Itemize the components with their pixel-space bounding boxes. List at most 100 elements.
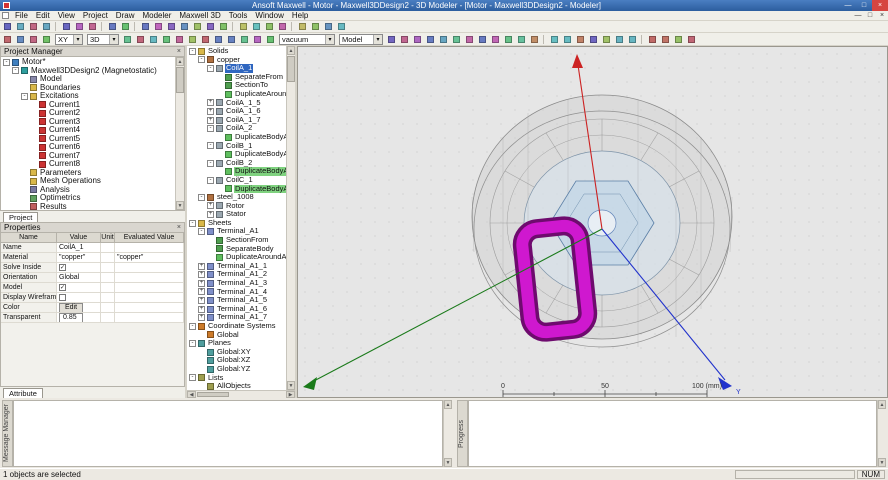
- field-overlays-icon[interactable]: [587, 33, 600, 45]
- new-icon[interactable]: [1, 21, 14, 33]
- menu-window[interactable]: Window: [251, 11, 287, 21]
- paste-icon[interactable]: [86, 21, 99, 33]
- select-object-icon[interactable]: [296, 21, 309, 33]
- collapse-icon[interactable]: -: [3, 58, 10, 66]
- scroll-up-icon[interactable]: ▲: [287, 46, 295, 55]
- zoom-in-icon[interactable]: [165, 21, 178, 33]
- collapse-icon[interactable]: -: [21, 92, 28, 100]
- tree-item-mesh-operations[interactable]: Mesh Operations: [1, 177, 175, 186]
- progress-label[interactable]: Progress: [457, 400, 468, 467]
- object-type-combo[interactable]: Model ▾: [339, 33, 383, 45]
- menu-edit[interactable]: Edit: [32, 11, 54, 21]
- collapse-icon[interactable]: -: [207, 64, 214, 72]
- subtract-icon[interactable]: [398, 33, 411, 45]
- modeler-viewport[interactable]: Y 0 50 100 (mm): [297, 46, 888, 398]
- draw-polyhedron-icon[interactable]: [264, 33, 277, 45]
- tree-item-current6[interactable]: Current6: [1, 143, 175, 152]
- tab-project[interactable]: Project: [3, 212, 39, 222]
- fit-selection-icon[interactable]: [217, 21, 230, 33]
- message-manager-label[interactable]: Message Manager: [2, 400, 13, 467]
- collapse-icon[interactable]: -: [207, 159, 214, 167]
- property-row-model[interactable]: Model ✓: [1, 283, 184, 293]
- collapse-icon[interactable]: -: [198, 228, 205, 236]
- redo-icon[interactable]: [119, 21, 132, 33]
- measure-icon[interactable]: [263, 21, 276, 33]
- tree-item-sectionto[interactable]: SectionTo: [187, 81, 286, 90]
- tree-item-terminal-a1[interactable]: - Terminal_A1: [187, 227, 286, 236]
- tree-item-coilc-1[interactable]: - CoilC_1: [187, 176, 286, 185]
- fit-all-icon[interactable]: [204, 21, 217, 33]
- tree-item-coilb-2[interactable]: - CoilB_2: [187, 159, 286, 168]
- progress-content[interactable]: [468, 400, 877, 467]
- menu-tools[interactable]: Tools: [225, 11, 252, 21]
- face-cs-icon[interactable]: [672, 33, 685, 45]
- tree-item-coila-1[interactable]: - CoilA_1: [187, 64, 286, 73]
- print-icon[interactable]: [40, 21, 53, 33]
- message-manager-content[interactable]: [13, 400, 443, 467]
- property-row-color[interactable]: Color Edit: [1, 303, 184, 313]
- draw-torus-icon[interactable]: [238, 33, 251, 45]
- expand-icon[interactable]: +: [198, 297, 205, 305]
- rotate-mode-icon[interactable]: [27, 33, 40, 45]
- tree-item-results[interactable]: Results: [1, 203, 175, 210]
- expand-icon[interactable]: +: [207, 107, 214, 115]
- draw-circle-icon[interactable]: [186, 33, 199, 45]
- tree-item-analysis[interactable]: Analysis: [1, 186, 175, 195]
- draw-cylinder-icon[interactable]: [212, 33, 225, 45]
- copy-icon[interactable]: [73, 21, 86, 33]
- scroll-down-icon[interactable]: ▼: [878, 458, 886, 467]
- grid-settings-icon[interactable]: [250, 21, 263, 33]
- tree-item-terminal-a1-3[interactable]: + Terminal_A1_3: [187, 279, 286, 288]
- move-mode-icon[interactable]: [14, 33, 27, 45]
- tree-item-current5[interactable]: Current5: [1, 135, 175, 144]
- collapse-icon[interactable]: -: [189, 47, 196, 55]
- select-mode-icon[interactable]: [1, 33, 14, 45]
- property-row-orientation[interactable]: Orientation Global: [1, 273, 184, 283]
- maximize-button[interactable]: □: [856, 0, 872, 11]
- tree-item-duplicatearoundaxis[interactable]: DuplicateAroundAxis: [187, 253, 286, 262]
- progress-scrollbar[interactable]: ▲ ▼: [877, 400, 886, 467]
- pan-icon[interactable]: [139, 21, 152, 33]
- collapse-icon[interactable]: -: [12, 67, 19, 75]
- shaft[interactable]: [587, 209, 617, 237]
- tree-item-terminal-a1-7[interactable]: + Terminal_A1_7: [187, 313, 286, 322]
- collapse-icon[interactable]: -: [207, 176, 214, 184]
- tree-item-duplicatebodyaroundaxi[interactable]: DuplicateBodyAroundAxi: [187, 167, 286, 176]
- mirror-duplicate-icon[interactable]: [463, 33, 476, 45]
- tree-item-coordinate-systems[interactable]: - Coordinate Systems: [187, 322, 286, 331]
- object-cs-icon[interactable]: [685, 33, 698, 45]
- scroll-right-icon[interactable]: ▶: [286, 391, 295, 398]
- tree-item-parameters[interactable]: Parameters: [1, 169, 175, 178]
- mdi-minimize-button[interactable]: —: [852, 11, 864, 21]
- duplicate-along-line-icon[interactable]: [437, 33, 450, 45]
- tree-item-solids[interactable]: - Solids: [187, 47, 286, 56]
- intersect-icon[interactable]: [411, 33, 424, 45]
- message-manager-scrollbar[interactable]: ▲ ▼: [443, 400, 452, 467]
- motor-model[interactable]: [471, 94, 733, 348]
- tree-item-terminal-a1-6[interactable]: + Terminal_A1_6: [187, 305, 286, 314]
- menu-maxwell-3d[interactable]: Maxwell 3D: [175, 11, 224, 21]
- draw-box-icon[interactable]: [199, 33, 212, 45]
- project-tree-scrollbar[interactable]: ▲ ▼: [175, 57, 184, 210]
- tree-item-duplicatebodyaroundaxi[interactable]: DuplicateBodyAroundAxi: [187, 150, 286, 159]
- transparent-field[interactable]: 0.85: [59, 313, 83, 322]
- cut-icon[interactable]: [60, 21, 73, 33]
- draw-helix-icon[interactable]: [251, 33, 264, 45]
- solutions-icon[interactable]: [574, 33, 587, 45]
- relative-cs-icon[interactable]: [659, 33, 672, 45]
- tree-item-stator[interactable]: + Stator: [187, 210, 286, 219]
- tree-item-current7[interactable]: Current7: [1, 152, 175, 161]
- scroll-down-icon[interactable]: ▼: [176, 201, 184, 210]
- menu-file[interactable]: File: [11, 11, 32, 21]
- menu-draw[interactable]: Draw: [112, 11, 139, 21]
- expand-icon[interactable]: +: [207, 99, 214, 107]
- open-icon[interactable]: [14, 21, 27, 33]
- tree-item-steel-1008[interactable]: - steel_1008: [187, 193, 286, 202]
- expand-icon[interactable]: +: [198, 279, 205, 287]
- menu-modeler[interactable]: Modeler: [138, 11, 175, 21]
- scroll-up-icon[interactable]: ▲: [878, 400, 886, 409]
- draw-arc-icon[interactable]: [147, 33, 160, 45]
- tree-item-terminal-a1-1[interactable]: + Terminal_A1_1: [187, 262, 286, 271]
- local-cs-icon[interactable]: [646, 33, 659, 45]
- menu-project[interactable]: Project: [79, 11, 112, 21]
